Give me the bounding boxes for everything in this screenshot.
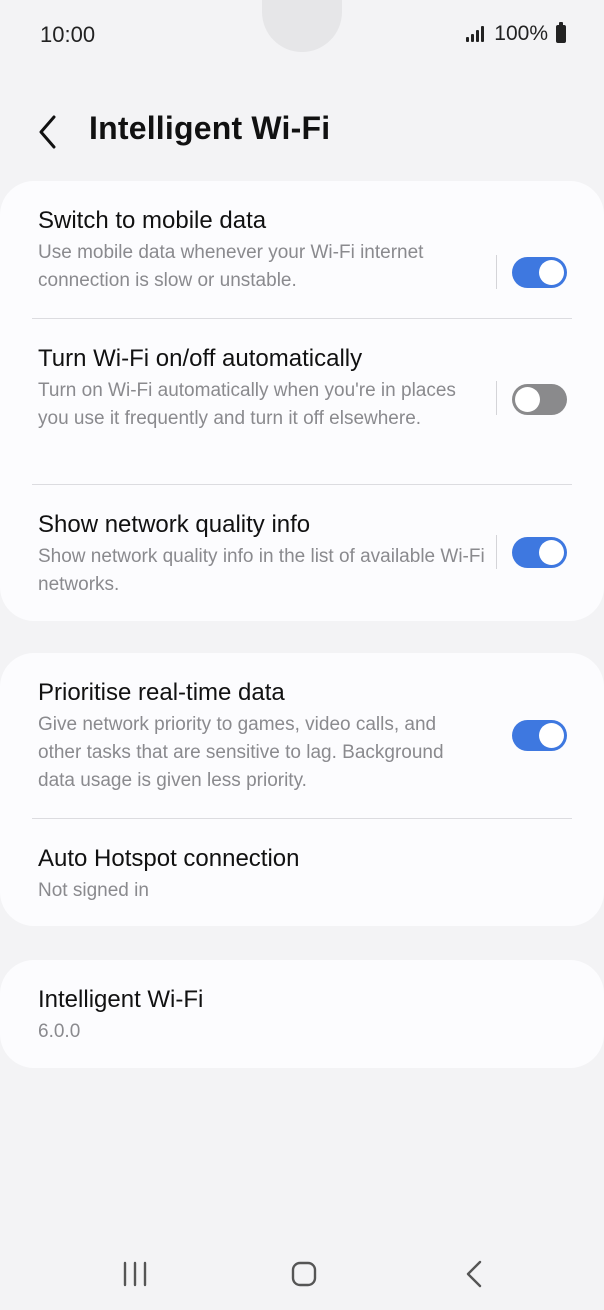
home-icon [291,1261,317,1287]
back-nav-button[interactable] [444,1245,504,1305]
switch-to-mobile-data-toggle[interactable] [512,257,567,288]
status-bar: 10:00 100% [0,0,604,70]
setting-title: Prioritise real-time data [38,679,285,706]
back-icon [466,1260,482,1288]
toggle-knob [539,540,564,565]
divider [32,484,572,485]
navigation-bar [0,1245,604,1305]
settings-card-network: Switch to mobile data Use mobile data wh… [0,181,604,621]
setting-description: Show network quality info in the list of… [38,546,485,595]
battery-percentage: 100% [494,22,548,45]
screen: 10:00 100% Intelligent Wi-Fi Switch to m… [0,0,604,1310]
setting-description: Turn on Wi-Fi automatically when you're … [38,380,456,429]
status-indicators: 100% [466,22,566,46]
setting-title: Show network quality info [38,511,311,538]
recent-apps-button[interactable] [105,1245,165,1305]
setting-auto-hotspot-connection[interactable]: Auto Hotspot connection Not signed in [0,843,604,913]
version-text: 6.0.0 [38,1021,81,1042]
toggle-knob [515,387,540,412]
toggle-knob [539,723,564,748]
about-card: Intelligent Wi-Fi 6.0.0 [0,960,604,1068]
setting-switch-to-mobile-data[interactable]: Switch to mobile data Use mobile data wh… [0,205,604,317]
setting-prioritise-real-time-data[interactable]: Prioritise real-time data Give network p… [0,677,604,817]
toggle-separator [496,255,497,289]
setting-description: Use mobile data whenever your Wi-Fi inte… [38,242,424,291]
setting-title: Switch to mobile data [38,207,267,234]
camera-notch [262,0,342,52]
status-time: 10:00 [40,22,96,47]
battery-full-icon [556,22,566,43]
setting-title: Auto Hotspot connection [38,845,300,872]
setting-show-network-quality-info[interactable]: Show network quality info Show network q… [0,509,604,609]
toggle-knob [539,260,564,285]
signal-bars-icon [466,26,485,42]
settings-card-advanced: Prioritise real-time data Give network p… [0,653,604,926]
app-header: Intelligent Wi-Fi [0,100,604,164]
page-title: Intelligent Wi-Fi [89,110,331,146]
wifi-on-off-automatically-toggle[interactable] [512,384,567,415]
setting-wifi-on-off-automatically[interactable]: Turn Wi-Fi on/off automatically Turn on … [0,343,604,483]
about-title: Intelligent Wi-Fi [38,986,204,1013]
divider [32,818,572,819]
toggle-separator [496,381,497,415]
chevron-left-icon [39,115,56,149]
divider [32,318,572,319]
toggle-separator [496,535,497,569]
prioritise-real-time-data-toggle[interactable] [512,720,567,751]
setting-title: Turn Wi-Fi on/off automatically [38,345,363,372]
show-network-quality-info-toggle[interactable] [512,537,567,568]
setting-description: Give network priority to games, video ca… [38,714,444,791]
recent-apps-icon [123,1261,147,1287]
back-button[interactable] [30,110,70,154]
setting-description: Not signed in [38,880,149,901]
home-button[interactable] [274,1245,334,1305]
about-intelligent-wifi[interactable]: Intelligent Wi-Fi 6.0.0 [0,984,604,1054]
